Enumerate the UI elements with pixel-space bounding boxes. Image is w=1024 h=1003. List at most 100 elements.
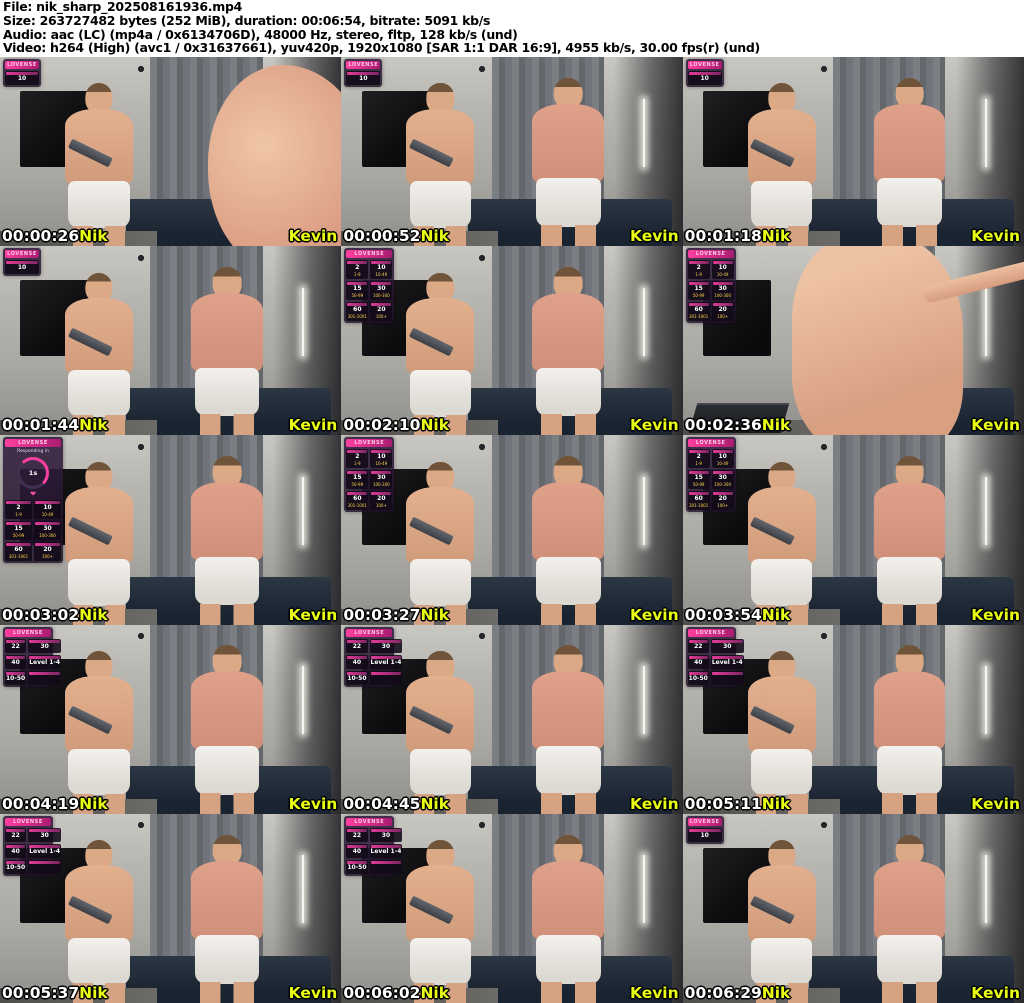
tip-tile: 30 <box>28 827 62 842</box>
video-thumbnail: LOVENSE 22 30 40 Level 1-4 10-50 00:04:19Nik… <box>0 624 342 814</box>
tip-tile: 10 10-49 <box>711 449 734 469</box>
figure-shorts <box>536 746 601 795</box>
tip-tile: 30 100-300 <box>370 281 393 301</box>
figure-torso <box>191 293 263 373</box>
tile-token-amount: 2 <box>355 264 360 272</box>
wall-lamp-light <box>984 287 987 356</box>
tile-range-label: 100+ <box>42 554 53 560</box>
lovense-watermark: LOVENSE <box>346 439 393 448</box>
tile-token-amount: 60 <box>694 495 703 503</box>
timestamp-value: 00:04:45 <box>343 794 421 813</box>
tile-token-amount: 22 <box>11 642 20 650</box>
tip-tile: 22 <box>346 638 368 653</box>
tile-token-amount: 10-50 <box>6 863 26 871</box>
figure-legs <box>541 792 596 814</box>
video-thumbnail: LOVENSE 22 30 40 Level 1-4 10-50 00:04:45Nik… <box>341 624 683 814</box>
figure-torso <box>191 860 263 940</box>
performer-name-left: Nik <box>420 416 450 435</box>
figure-shorts <box>750 748 813 796</box>
figure-right-placeholder <box>873 456 946 625</box>
wall-lamp-light <box>643 855 646 924</box>
lovense-watermark: LOVENSE <box>346 61 381 69</box>
tile-range-label: 100+ <box>717 503 729 509</box>
tile-token-amount: 40 <box>694 658 703 666</box>
performer-name-left: Nik <box>79 416 108 435</box>
tile-range-label: 301-1001 <box>689 314 709 320</box>
figure-shorts <box>194 746 260 795</box>
figure-torso <box>873 671 946 751</box>
tip-tile: 15 50-99 <box>346 281 369 301</box>
timestamp-label: 00:03:54Nik <box>685 606 791 625</box>
tile-token-amount: 10 <box>377 453 386 461</box>
tile-token-amount: 22 <box>694 642 703 650</box>
tile-token-amount: 10 <box>43 504 52 512</box>
tip-tile: 40 <box>687 654 709 669</box>
figure-right-placeholder <box>532 267 605 436</box>
tip-tile: Level 1-4 <box>28 654 62 669</box>
tile-token-amount: Level 1-4 <box>370 658 402 666</box>
tip-tile: 15 50-99 <box>346 470 369 490</box>
tip-tile: 15 50-99 <box>5 521 32 541</box>
tip-menu-tiles: 22 30 40 Level 1-4 10-50 <box>346 827 403 874</box>
performer-name-right: Kevin <box>971 227 1020 246</box>
tile-token-amount: 15 <box>353 474 362 482</box>
tile-token-amount: 30 <box>377 285 386 293</box>
video-thumbnail: LOVENSE 10 00:06:29Nik Kevin <box>682 813 1024 1003</box>
video-thumbnail: LOVENSE 2 1-9 10 10-49 15 50-99 30 100-300 60 301… <box>341 246 683 436</box>
video-thumbnail: LOVENSE 22 30 40 Level 1-4 10-50 00:05:37Nik… <box>0 813 342 1003</box>
timestamp-label: 00:06:29Nik <box>685 984 791 1003</box>
tile-token-amount: 10 <box>17 264 27 272</box>
tile-range-label: 1-9 <box>354 461 361 467</box>
tile-token-amount: 10 <box>718 453 727 461</box>
tip-tile: 30 <box>369 827 403 842</box>
figure-legs <box>882 981 937 1003</box>
figure-right-placeholder <box>532 456 605 625</box>
video-thumbnail: LOVENSE 10 00:00:52Nik Kevin <box>341 57 683 247</box>
tile-range-label: 301-1001 <box>8 554 29 560</box>
tip-menu-tiles: 10 <box>5 71 39 85</box>
figure-torso <box>873 860 946 940</box>
tile-range-label: 10-49 <box>41 512 54 518</box>
tile-token-amount: 30 <box>43 525 52 533</box>
figure-torso <box>873 482 946 562</box>
performer-name-left: Nik <box>79 794 108 813</box>
tip-tile <box>369 859 403 874</box>
thumbnail-grid: LOVENSE 10 00:00:26Nik Kevin LOVENSE 10 … <box>0 57 1024 1003</box>
wall-lamp-light <box>984 476 987 546</box>
tile-header-bar <box>370 860 402 864</box>
tip-menu-tiles: 10 <box>687 71 722 85</box>
figure-shorts <box>536 367 601 417</box>
figure-left-placeholder <box>406 840 475 1003</box>
video-thumbnail: LOVENSE Responding in 1s ❤ 2 1-9 10 10-49 15… <box>0 435 342 625</box>
performer-name-right: Kevin <box>288 416 338 435</box>
tile-token-amount: 10 <box>377 264 386 272</box>
performer-name-left: Nik <box>79 983 108 1002</box>
tip-tile: 30 <box>710 638 744 653</box>
tile-token-amount: 30 <box>718 285 727 293</box>
tile-range-label: 50-99 <box>692 293 705 299</box>
figure-shorts <box>877 178 942 227</box>
figure-shorts <box>750 180 813 228</box>
tip-tile: Level 1-4 <box>369 654 403 669</box>
performer-name-right: Kevin <box>629 227 679 246</box>
tile-range-label: 50-99 <box>351 482 364 488</box>
tile-token-amount: 2 <box>16 504 21 512</box>
figure-shorts <box>409 937 472 985</box>
timestamp-label: 00:02:36Nik <box>685 416 791 435</box>
figure-right-placeholder <box>191 267 263 436</box>
figure-right-placeholder <box>532 645 605 814</box>
tile-token-amount: 10-50 <box>6 674 26 682</box>
tip-tile: 2 1-9 <box>5 500 32 520</box>
figure-legs <box>541 603 596 625</box>
tile-token-amount: Level 1-4 <box>29 658 61 666</box>
tile-range-label: 100-300 <box>714 293 732 299</box>
figure-left-placeholder <box>406 461 475 625</box>
timestamp-value: 00:00:52 <box>343 227 421 246</box>
tile-header-bar <box>29 671 61 675</box>
tip-tile: 30 100-300 <box>711 281 734 301</box>
tile-range-label: 301-1001 <box>347 314 367 320</box>
figure-shorts <box>536 178 601 227</box>
figure-legs <box>199 981 255 1003</box>
figure-left-placeholder <box>406 272 475 436</box>
figure-left-placeholder <box>64 83 134 247</box>
